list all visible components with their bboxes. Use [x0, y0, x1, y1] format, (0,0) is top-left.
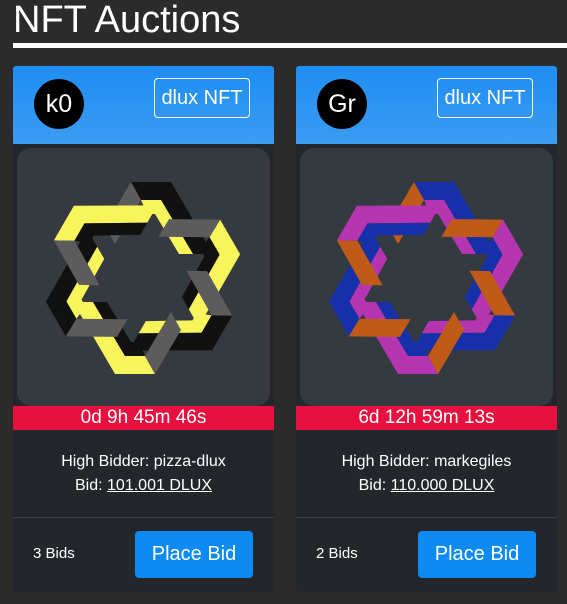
avatar[interactable]: k0 — [34, 79, 84, 129]
high-bidder-label: High Bidder: — [61, 453, 150, 470]
high-bidder-line: High Bidder: markegiles — [296, 450, 557, 474]
nft-art-image — [328, 182, 524, 374]
nft-artwork[interactable] — [300, 148, 553, 406]
high-bidder-name: pizza-dlux — [153, 453, 226, 470]
auction-card: Gr dlux NFT 6d 12h 59m 13s High Bidder: … — [296, 66, 557, 592]
card-divider — [13, 517, 274, 518]
high-bidder-name: markegiles — [434, 453, 512, 470]
bid-count: 2 Bids — [316, 545, 358, 562]
high-bidder-label: High Bidder: — [341, 453, 430, 470]
countdown-timer: 0d 9h 45m 46s — [13, 406, 274, 430]
bid-amount-link[interactable]: 110.000 DLUX — [391, 477, 495, 494]
bid-line: Bid: 101.001 DLUX — [13, 474, 274, 498]
card-divider — [296, 517, 557, 518]
bid-amount-link[interactable]: 101.001 DLUX — [107, 477, 212, 494]
place-bid-button[interactable]: Place Bid — [135, 531, 253, 578]
bid-info: High Bidder: pizza-dlux Bid: 101.001 DLU… — [13, 450, 274, 498]
bid-count: 3 Bids — [33, 545, 75, 562]
avatar[interactable]: Gr — [317, 79, 367, 129]
countdown-timer: 6d 12h 59m 13s — [296, 406, 557, 430]
bid-info: High Bidder: markegiles Bid: 110.000 DLU… — [296, 450, 557, 498]
auction-card: k0 dlux NFT 0d 9h 45m 46s High Bidder: p… — [13, 66, 274, 592]
nft-artwork[interactable] — [17, 148, 270, 406]
nft-type-button[interactable]: dlux NFT — [437, 78, 533, 118]
page-title: NFT Auctions — [13, 0, 241, 41]
title-divider — [13, 43, 567, 48]
high-bidder-line: High Bidder: pizza-dlux — [13, 450, 274, 474]
bid-label: Bid: — [75, 477, 103, 494]
place-bid-button[interactable]: Place Bid — [418, 531, 536, 578]
bid-line: Bid: 110.000 DLUX — [296, 474, 557, 498]
card-header: Gr dlux NFT — [296, 66, 557, 144]
card-header: k0 dlux NFT — [13, 66, 274, 144]
bid-label: Bid: — [358, 477, 387, 494]
nft-art-image — [45, 182, 241, 374]
nft-type-button[interactable]: dlux NFT — [154, 78, 250, 118]
